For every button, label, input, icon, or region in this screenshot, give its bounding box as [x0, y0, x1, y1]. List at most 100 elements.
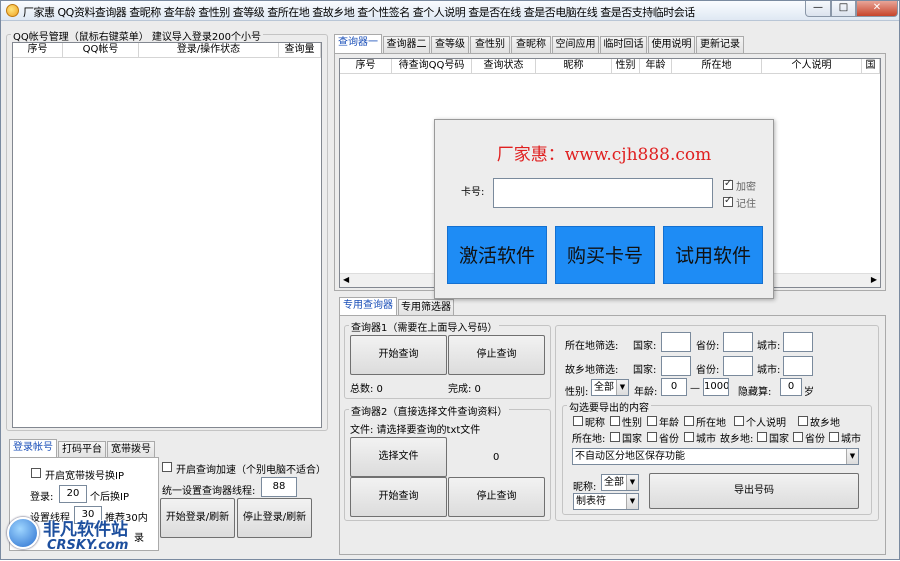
export-loc-province-checkbox[interactable]: [647, 432, 657, 442]
activate-button[interactable]: 激活软件: [447, 226, 547, 284]
hidden-age-label: 隐藏算:: [738, 387, 772, 398]
account-group-label: QQ帐号管理（鼠标右键菜单） 建议导入登录200个小号: [11, 28, 264, 43]
col-header[interactable]: 年龄: [640, 59, 672, 74]
broadband-label: 开启宽带拨号换IP: [45, 471, 124, 482]
scroll-right-icon[interactable]: ▶: [871, 275, 877, 284]
export-home-country-checkbox[interactable]: [757, 432, 767, 442]
home-city-input[interactable]: [783, 356, 813, 376]
close-button[interactable]: ✕: [856, 1, 898, 17]
col-header[interactable]: 序号: [340, 59, 392, 74]
col-header[interactable]: 登录/操作状态: [139, 43, 279, 58]
q1-stop-button[interactable]: 停止查询: [448, 335, 545, 375]
chevron-down-icon[interactable]: ▼: [626, 475, 638, 490]
export-loc-prefix: 所在地:: [572, 434, 606, 445]
tab-dedicated-filter[interactable]: 专用筛选器: [398, 299, 454, 316]
hidden-age-input[interactable]: 0: [780, 378, 802, 396]
speedup-checkbox[interactable]: [162, 462, 172, 472]
minimize-button[interactable]: —: [805, 1, 831, 17]
chevron-down-icon[interactable]: ▼: [616, 380, 628, 395]
export-option: 国家: [622, 434, 642, 445]
region-save-select[interactable]: 不自动区分地区保存功能 ▼: [572, 448, 859, 465]
export-location-checkbox[interactable]: [684, 416, 694, 426]
export-gender-checkbox[interactable]: [610, 416, 620, 426]
age-max-input[interactable]: 1000: [703, 378, 729, 396]
encrypt-checkbox[interactable]: [723, 178, 733, 190]
export-numbers-button[interactable]: 导出号码: [649, 473, 859, 509]
export-hometown-checkbox[interactable]: [798, 416, 808, 426]
col-header[interactable]: 查询量: [279, 43, 321, 58]
tab-usage-guide[interactable]: 使用说明: [648, 36, 695, 53]
chevron-down-icon[interactable]: ▼: [626, 494, 638, 509]
col-header[interactable]: 个人说明: [762, 59, 862, 74]
export-loc-city-checkbox[interactable]: [684, 432, 694, 442]
loc-country-input[interactable]: [661, 332, 691, 352]
tab-check-gender[interactable]: 查性别: [470, 36, 510, 53]
export-option: 城市: [841, 434, 861, 445]
loc-province-input[interactable]: [723, 332, 753, 352]
export-home-province-checkbox[interactable]: [793, 432, 803, 442]
export-option: 个人说明: [746, 418, 786, 429]
nick-label: 昵称:: [573, 482, 597, 493]
col-header[interactable]: 昵称: [536, 59, 612, 74]
export-bio-checkbox[interactable]: [734, 416, 744, 426]
loc-city-input[interactable]: [783, 332, 813, 352]
account-list[interactable]: 序号 QQ帐号 登录/操作状态 查询量: [12, 42, 322, 428]
separator-select[interactable]: 制表符 ▼: [573, 493, 639, 510]
export-nickname-checkbox[interactable]: [573, 416, 583, 426]
tab-dedicated-query[interactable]: 专用查询器: [339, 297, 397, 316]
speedup-label: 开启查询加速（个别电脑不适合）: [176, 465, 326, 476]
select-file-button[interactable]: 选择文件: [350, 437, 447, 477]
age-min-input[interactable]: 0: [661, 378, 687, 396]
site-watermark: 非凡软件站 CRSKY.com: [1, 509, 141, 561]
login-label: 登录:: [30, 492, 54, 503]
start-login-button[interactable]: 开始登录/刷新: [160, 498, 235, 538]
login-count-input[interactable]: 20: [59, 485, 87, 503]
col-header[interactable]: 待查询QQ号码: [392, 59, 472, 74]
q1-start-button[interactable]: 开始查询: [350, 335, 447, 375]
tab-query-2[interactable]: 查询器二: [383, 36, 430, 53]
col-header[interactable]: QQ帐号: [63, 43, 139, 58]
col-header[interactable]: 所在地: [672, 59, 762, 74]
home-city-label: 城市:: [757, 365, 781, 376]
tab-broadband-dial[interactable]: 宽带拨号: [107, 441, 155, 458]
total-count: 总数: 0: [350, 384, 383, 395]
tab-captcha-platform[interactable]: 打码平台: [58, 441, 106, 458]
tab-zone-app[interactable]: 空间应用: [552, 36, 599, 53]
tab-query-1[interactable]: 查询器一: [334, 34, 382, 53]
col-header[interactable]: 序号: [13, 43, 63, 58]
export-age-checkbox[interactable]: [647, 416, 657, 426]
home-province-input[interactable]: [723, 356, 753, 376]
age-label: 年龄:: [634, 387, 658, 398]
card-number-input[interactable]: [493, 178, 713, 208]
tab-check-nickname[interactable]: 查昵称: [511, 36, 551, 53]
trial-button[interactable]: 试用软件: [663, 226, 763, 284]
remember-checkbox[interactable]: [723, 195, 733, 207]
threads-label: 统一设置查询器线程:: [162, 486, 256, 497]
gender-label: 性别:: [565, 387, 589, 398]
chevron-down-icon[interactable]: ▼: [846, 449, 858, 464]
tab-temp-chat[interactable]: 临时回话: [600, 36, 647, 53]
col-header[interactable]: 查询状态: [472, 59, 536, 74]
tab-update-log[interactable]: 更新记录: [696, 36, 744, 53]
nick-select[interactable]: 全部 ▼: [601, 474, 639, 491]
tab-login-account[interactable]: 登录帐号: [9, 439, 57, 458]
encrypt-label: 加密: [736, 182, 756, 193]
threads-input[interactable]: 88: [261, 477, 297, 497]
buy-card-button[interactable]: 购买卡号: [555, 226, 655, 284]
export-loc-country-checkbox[interactable]: [610, 432, 620, 442]
export-option: 国家: [769, 434, 789, 445]
home-country-input[interactable]: [661, 356, 691, 376]
q2-stop-button[interactable]: 停止查询: [448, 477, 545, 517]
gender-select[interactable]: 全部 ▼: [591, 379, 629, 396]
q2-start-button[interactable]: 开始查询: [350, 477, 447, 517]
tab-check-level[interactable]: 查等级: [431, 36, 469, 53]
col-header[interactable]: 国: [862, 59, 880, 74]
maximize-button[interactable]: □: [831, 1, 856, 17]
export-home-city-checkbox[interactable]: [829, 432, 839, 442]
home-province-label: 省份:: [696, 365, 720, 376]
scroll-left-icon[interactable]: ◀: [343, 275, 349, 284]
export-option: 省份: [805, 434, 825, 445]
stop-login-button[interactable]: 停止登录/刷新: [237, 498, 312, 538]
col-header[interactable]: 性别: [612, 59, 640, 74]
broadband-checkbox[interactable]: [31, 468, 41, 478]
